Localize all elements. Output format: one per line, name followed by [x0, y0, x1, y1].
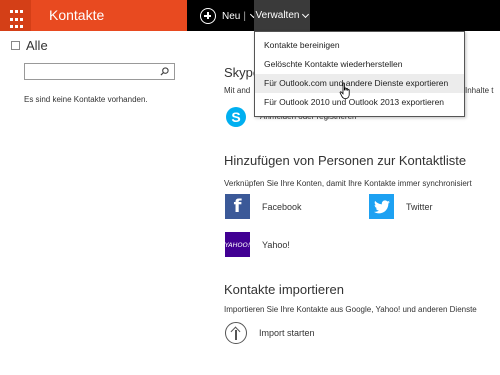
add-people-heading: Hinzufügen von Personen zur Kontaktliste [224, 153, 467, 168]
yahoo-service[interactable]: YAHOO! Yahoo! [225, 232, 290, 257]
facebook-service[interactable]: f Facebook [225, 194, 302, 219]
add-people-subtext: Verknüpfen Sie Ihre Konten, damit Ihre K… [224, 179, 472, 188]
import-start-label: Import starten [259, 328, 315, 338]
yahoo-label: Yahoo! [262, 239, 290, 250]
twitter-service[interactable]: Twitter [369, 194, 433, 219]
menu-item-restore-deleted[interactable]: Gelöschte Kontakte wiederherstellen [255, 55, 464, 74]
menu-item-export-outlook-2010[interactable]: Für Outlook 2010 und Outlook 2013 export… [255, 93, 464, 112]
empty-contacts-message: Es sind keine Kontakte vorhanden. [24, 95, 148, 104]
plus-icon [200, 8, 216, 24]
twitter-icon [369, 194, 394, 219]
manage-menu: Kontakte bereinigen Gelöschte Kontakte w… [254, 31, 465, 117]
import-start-button[interactable]: Import starten [225, 322, 315, 344]
search-input[interactable] [24, 63, 175, 80]
brand-area: Kontakte [0, 0, 187, 31]
all-label: Alle [26, 38, 48, 53]
search-icon[interactable] [160, 67, 169, 76]
menu-item-clean-up[interactable]: Kontakte bereinigen [255, 36, 464, 55]
select-all-row: Alle [11, 38, 48, 53]
skype-icon[interactable]: S [226, 107, 246, 127]
app-title: Kontakte [49, 7, 105, 23]
yahoo-icon: YAHOO! [225, 232, 250, 257]
skype-subtext-tail: Inhalte t [465, 86, 494, 95]
import-subtext: Importieren Sie Ihre Kontakte aus Google… [224, 305, 477, 314]
menu-item-export-outlook-com[interactable]: Für Outlook.com und andere Dienste expor… [255, 74, 464, 93]
import-heading: Kontakte importieren [224, 282, 344, 297]
facebook-label: Facebook [262, 201, 302, 212]
select-all-checkbox[interactable] [11, 41, 20, 50]
import-arrow-icon [225, 322, 247, 344]
facebook-icon: f [225, 194, 250, 219]
twitter-label: Twitter [406, 201, 433, 212]
hand-cursor-icon [339, 82, 350, 99]
skype-subtext: Mit and [224, 86, 251, 95]
app-launcher-icon[interactable] [0, 0, 31, 31]
